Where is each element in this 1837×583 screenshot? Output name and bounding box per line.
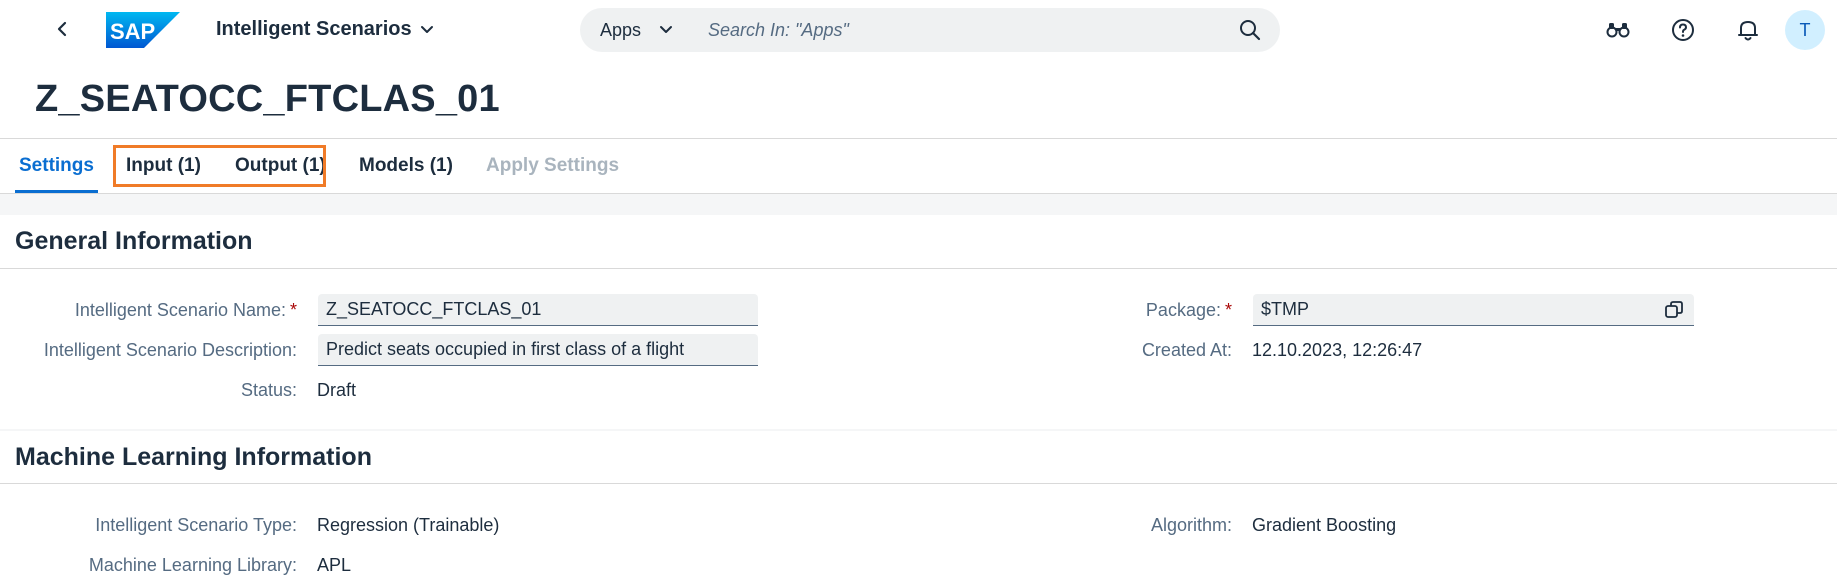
chevron-down-icon: [420, 25, 433, 33]
section-divider: [0, 483, 1837, 484]
shell-bar: SAP Intelligent Scenarios Apps Search In…: [0, 0, 1837, 60]
section-divider: [0, 268, 1837, 269]
sap-logo[interactable]: SAP: [106, 12, 180, 48]
ml-library-label: Machine Learning Library:: [88, 555, 297, 575]
search-scope-select[interactable]: Apps: [600, 8, 673, 52]
back-button[interactable]: [48, 14, 78, 44]
joule-button[interactable]: [1603, 15, 1633, 45]
tab-input[interactable]: Input (1): [126, 139, 201, 193]
binoculars-icon: [1606, 23, 1630, 38]
search-box: Apps: [580, 8, 1280, 52]
tab-settings[interactable]: Settings: [15, 139, 98, 193]
section-title: Machine Learning Information: [15, 443, 372, 471]
avatar-initial: T: [1799, 19, 1811, 40]
scenario-description-input[interactable]: [318, 334, 758, 365]
user-avatar[interactable]: T: [1785, 10, 1825, 50]
scenario-description-label: Intelligent Scenario Description:: [43, 340, 297, 360]
scenario-type-label: Intelligent Scenario Type:: [95, 515, 297, 535]
search-input[interactable]: [708, 8, 1198, 52]
scenario-name-input[interactable]: [318, 294, 758, 325]
chevron-down-icon: [660, 26, 673, 33]
app-title-menu[interactable]: Intelligent Scenarios: [216, 18, 434, 41]
created-at-value: 12.10.2023, 12:26:47: [1252, 340, 1423, 360]
algorithm-value: Gradient Boosting: [1252, 515, 1397, 535]
tab-bar: Settings Input (1) Output (1) Models (1)…: [0, 139, 1837, 194]
package-input[interactable]: [1253, 294, 1694, 325]
search-icon[interactable]: [1238, 18, 1262, 42]
svg-text:SAP: SAP: [110, 19, 155, 44]
help-button[interactable]: [1668, 15, 1698, 45]
scenario-name-field[interactable]: [318, 294, 758, 326]
tab-apply-settings[interactable]: Apply Settings: [486, 139, 619, 193]
tab-output[interactable]: Output (1): [235, 139, 326, 193]
package-field[interactable]: [1253, 294, 1694, 326]
required-marker: *: [289, 300, 297, 320]
notifications-button[interactable]: [1733, 15, 1763, 45]
algorithm-label: Algorithm:: [1150, 515, 1232, 535]
status-label: Status:: [240, 380, 297, 400]
scenario-description-field[interactable]: [318, 334, 758, 366]
scenario-name-label: Intelligent Scenario Name: *: [74, 300, 297, 320]
search-scope-label: Apps: [600, 19, 642, 40]
ml-library-value: APL: [317, 555, 352, 575]
help-icon: [1672, 19, 1694, 41]
object-page-header: Z_SEATOCC_FTCLAS_01: [0, 60, 1837, 139]
status-value: Draft: [317, 380, 357, 400]
created-at-label: Created At:: [1141, 340, 1232, 360]
section-title: General Information: [15, 227, 253, 255]
copy-icon[interactable]: [1664, 300, 1684, 320]
notification-bell-icon: [1738, 21, 1758, 41]
scenario-type-value: Regression (Trainable): [317, 515, 500, 535]
package-label: Package: *: [1145, 300, 1232, 320]
machine-learning-section: Machine Learning Information Intelligent…: [0, 431, 1837, 583]
page-title: Z_SEATOCC_FTCLAS_01: [35, 78, 500, 120]
tab-models[interactable]: Models (1): [359, 139, 453, 193]
required-marker: *: [1224, 300, 1232, 320]
general-information-section: General Information Intelligent Scenario…: [0, 215, 1837, 429]
back-icon: [57, 21, 67, 37]
app-title: Intelligent Scenarios: [216, 18, 412, 40]
